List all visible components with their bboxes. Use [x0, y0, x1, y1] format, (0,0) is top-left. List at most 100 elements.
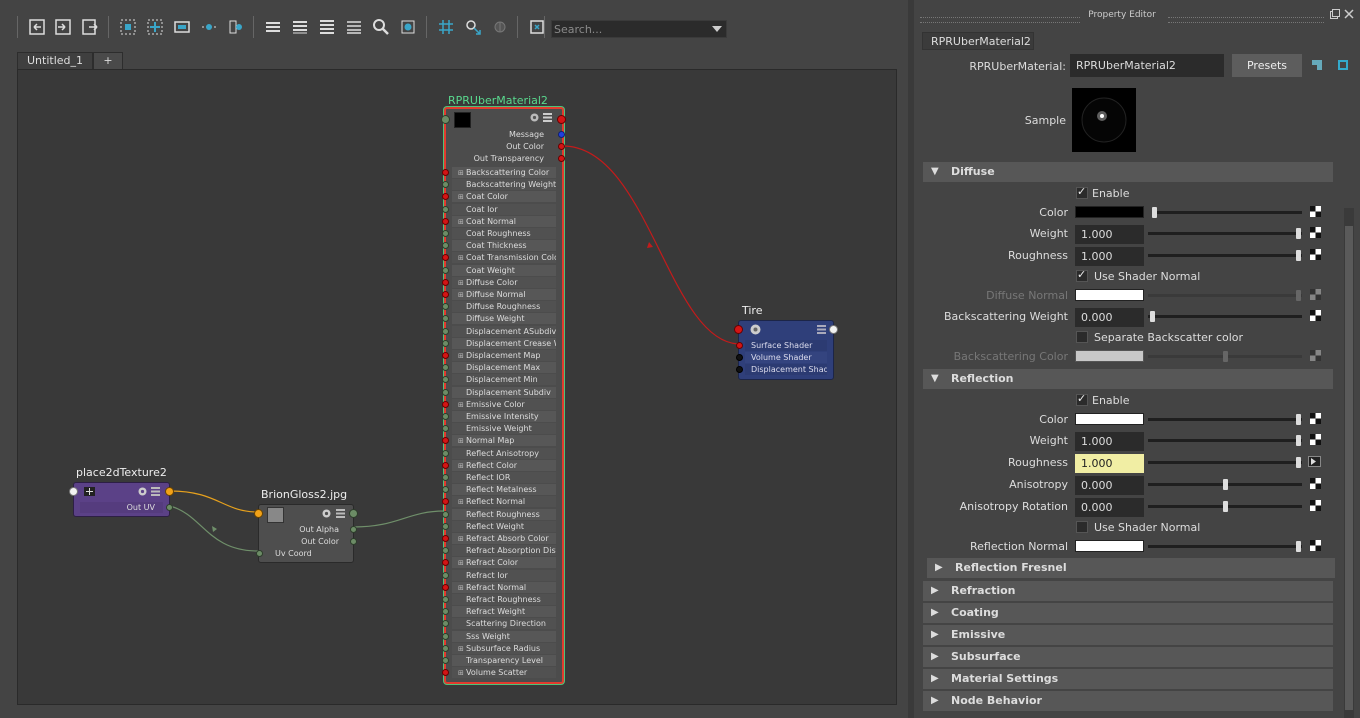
out-alpha-port[interactable]	[350, 526, 357, 533]
expand-plus-icon[interactable]: ⊞	[458, 644, 464, 654]
uber-attr-input-port[interactable]	[442, 449, 449, 457]
tab-rpr-uber-material[interactable]: RPRUberMaterial2	[922, 32, 1034, 50]
anisotropy-rotation-slider[interactable]	[1148, 501, 1302, 512]
uber-attr-input-port[interactable]	[442, 364, 449, 372]
section-material-settings[interactable]: ▶ Material Settings	[923, 669, 1333, 689]
section-reflection-fresnel[interactable]: ▶ Reflection Fresnel	[927, 558, 1335, 578]
place2d-output-port[interactable]	[165, 487, 174, 496]
uber-attr-input-port[interactable]	[442, 425, 449, 433]
scrollbar-thumb[interactable]	[1345, 226, 1353, 710]
expand-plus-icon[interactable]: ⊞	[458, 534, 464, 544]
frame-all-icon[interactable]	[118, 17, 138, 37]
uber-attr-input-port[interactable]	[442, 291, 449, 298]
expand-plus-icon[interactable]: ⊞	[458, 253, 464, 263]
uber-attr-input-port[interactable]	[442, 205, 449, 213]
tab-untitled-1[interactable]: Untitled_1	[17, 52, 93, 69]
uber-attr-input-port[interactable]	[442, 486, 449, 494]
section-emissive[interactable]: ▶ Emissive	[923, 625, 1333, 645]
slider-thumb[interactable]	[1296, 414, 1301, 425]
expand-plus-icon[interactable]: ⊞	[458, 497, 464, 507]
node-graph-canvas[interactable]: RPRUberMaterial2 Message Out Color Out T…	[17, 69, 897, 705]
expand-plus-icon[interactable]: ⊞	[458, 436, 464, 446]
output-graph-icon[interactable]	[53, 17, 73, 37]
slider-thumb[interactable]	[1152, 207, 1157, 218]
place2d-settings-icon[interactable]	[138, 487, 147, 496]
full-mode-icon[interactable]	[317, 17, 337, 37]
slider-thumb[interactable]	[1223, 501, 1228, 512]
diffuse-weight-map-icon[interactable]	[1310, 227, 1321, 238]
uv-coord-port[interactable]	[256, 550, 263, 557]
uber-attr-input-port[interactable]	[442, 339, 449, 347]
expand-plus-icon[interactable]: ⊞	[458, 168, 464, 178]
uber-attr-input-port[interactable]	[442, 657, 449, 664]
expand-plus-icon[interactable]: ⊞	[458, 668, 464, 678]
uber-attr-input-port[interactable]	[442, 461, 449, 469]
add-tab-button[interactable]: +	[93, 52, 123, 69]
uber-attr-input-port[interactable]	[442, 620, 449, 628]
uber-output-port[interactable]	[557, 115, 566, 124]
uber-attr-input-port[interactable]	[442, 608, 449, 616]
simple-mode-icon[interactable]	[263, 17, 283, 37]
expand-plus-icon[interactable]: ⊞	[458, 461, 464, 471]
uber-attr-input-port[interactable]	[442, 230, 449, 237]
expand-plus-icon[interactable]: ⊞	[458, 278, 464, 288]
slider-thumb[interactable]	[1296, 228, 1301, 239]
diffuse-color-map-icon[interactable]	[1310, 206, 1321, 217]
out-uv-port[interactable]	[166, 504, 173, 511]
brion-gloss-file-node[interactable]: Out Alpha Out Color Uv Coord	[254, 504, 358, 563]
uber-input-port[interactable]	[441, 115, 450, 124]
backscattering-weight-map-icon[interactable]	[1310, 310, 1321, 321]
uber-node-title[interactable]: RPRUberMaterial2	[448, 94, 548, 107]
reflection-roughness-field[interactable]: 1.000	[1075, 454, 1144, 473]
clear-graph-icon[interactable]	[172, 17, 192, 37]
uber-attr-input-port[interactable]	[442, 644, 449, 652]
search-input[interactable]	[552, 21, 709, 37]
displacement-shader-port[interactable]	[736, 366, 743, 373]
place2d-texture-node[interactable]: Out UV	[69, 482, 174, 517]
expand-plus-icon[interactable]: ⊞	[458, 400, 464, 410]
reflection-weight-slider[interactable]	[1148, 435, 1302, 446]
file-out-color-port[interactable]	[350, 538, 357, 545]
uber-attr-input-port[interactable]	[442, 352, 449, 359]
presets-button[interactable]: Presets	[1232, 54, 1302, 77]
uber-attr-input-port[interactable]	[442, 596, 449, 603]
anisotropy-rotation-map-icon[interactable]	[1310, 500, 1321, 511]
slider-thumb[interactable]	[1223, 479, 1228, 490]
uber-attr-input-port[interactable]	[442, 522, 449, 530]
uber-attr-input-port[interactable]	[442, 315, 449, 323]
connected-input-icon[interactable]	[1308, 456, 1321, 467]
frame-selected-icon[interactable]	[145, 17, 165, 37]
expand-plus-icon[interactable]: ⊞	[458, 351, 464, 361]
uber-attr-input-port[interactable]	[442, 498, 449, 506]
search-node-icon[interactable]	[371, 17, 391, 37]
graph-materials-icon[interactable]	[527, 17, 547, 37]
uber-attr-input-port[interactable]	[442, 535, 449, 542]
uber-attr-input-port[interactable]	[442, 571, 449, 579]
anisotropy-rotation-field[interactable]: 0.000	[1075, 498, 1144, 517]
grid-toggle-icon[interactable]	[436, 17, 456, 37]
diffuse-color-slider[interactable]	[1152, 207, 1302, 218]
connected-mode-icon[interactable]	[290, 17, 310, 37]
reflection-color-map-icon[interactable]	[1310, 413, 1321, 424]
reflection-enable-checkbox[interactable]: ✓	[1076, 392, 1088, 406]
reflection-normal-slider[interactable]	[1148, 541, 1302, 552]
separate-backscatter-checkbox[interactable]	[1076, 331, 1088, 343]
diffuse-roughness-field[interactable]: 1.000	[1075, 247, 1144, 266]
reflection-normal-map-icon[interactable]	[1310, 540, 1321, 551]
uber-attr-input-port[interactable]	[442, 266, 449, 274]
expand-plus-icon[interactable]: ⊞	[458, 217, 464, 227]
material-name-field[interactable]: RPRUberMaterial2	[1070, 54, 1224, 77]
wire-uv-to-brion[interactable]	[169, 490, 259, 513]
section-diffuse[interactable]: ▼ Diffuse	[923, 162, 1333, 182]
expand-plus-icon[interactable]: ⊞	[458, 583, 464, 593]
rpr-uber-material-node[interactable]: Message Out Color Out Transparency ⊞ Back…	[441, 107, 566, 684]
uber-attr-input-port[interactable]	[442, 303, 449, 311]
section-subsurface[interactable]: ▶ Subsurface	[923, 647, 1333, 667]
slider-thumb[interactable]	[1296, 250, 1301, 261]
diffuse-weight-field[interactable]: 1.000	[1075, 225, 1144, 244]
add-selected-icon[interactable]	[226, 17, 246, 37]
float-panel-icon[interactable]	[1330, 9, 1340, 19]
pin-icon[interactable]	[490, 17, 510, 37]
expand-plus-icon[interactable]: ⊞	[458, 558, 464, 568]
backscattering-weight-slider[interactable]	[1148, 311, 1302, 322]
